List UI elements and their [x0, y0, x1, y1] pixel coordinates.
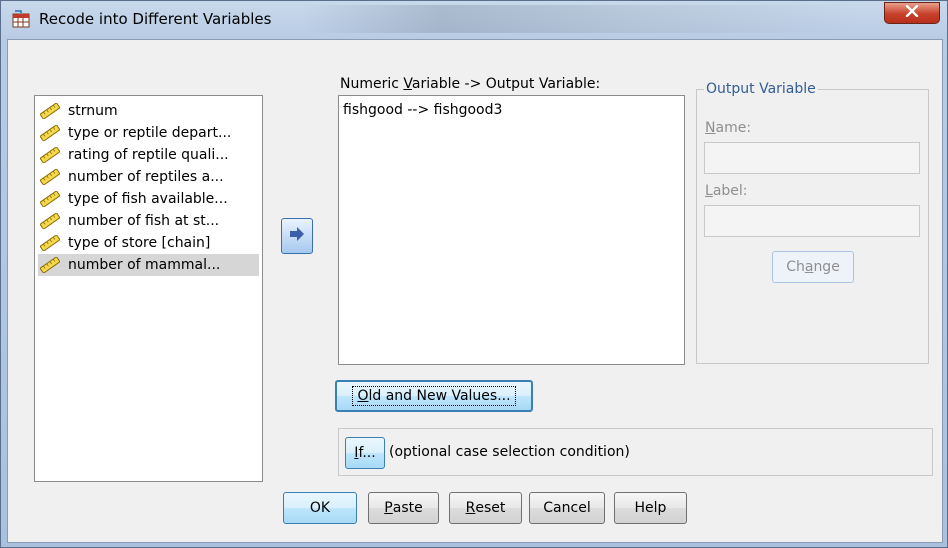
variable-list-item[interactable]: number of fish at st... — [38, 210, 259, 232]
dialog-body: strnum type or reptile depart... rating of… — [7, 39, 943, 543]
scale-ruler-icon — [38, 146, 62, 164]
scale-ruler-icon — [38, 234, 62, 252]
variable-label: type of store [chain] — [68, 235, 211, 251]
scale-ruler-icon — [38, 256, 62, 274]
close-button[interactable] — [884, 2, 940, 24]
if-button[interactable]: If... — [345, 437, 385, 469]
move-variable-button[interactable] — [281, 218, 313, 254]
variable-list-item[interactable]: type of store [chain] — [38, 232, 259, 254]
paste-button[interactable]: Paste — [368, 492, 439, 524]
variable-label: rating of reptile quali... — [68, 147, 229, 163]
variable-label: number of reptiles a... — [68, 169, 224, 185]
variable-list-item[interactable]: number of reptiles a... — [38, 166, 259, 188]
close-x-icon — [905, 4, 919, 21]
scale-ruler-icon — [38, 168, 62, 186]
right-arrow-icon — [289, 227, 305, 245]
label-field[interactable] — [704, 205, 920, 237]
recode-icon — [12, 10, 30, 28]
variable-list-item[interactable]: rating of reptile quali... — [38, 144, 259, 166]
scale-ruler-icon — [38, 102, 62, 120]
variable-label: type of fish available... — [68, 191, 228, 207]
list-item[interactable]: fishgood --> fishgood3 — [343, 102, 502, 118]
variable-label: number of fish at st... — [68, 213, 220, 229]
scale-ruler-icon — [38, 212, 62, 230]
variable-label: number of mammal... — [68, 257, 221, 273]
change-button[interactable]: Ch a nge — [772, 251, 854, 283]
help-button[interactable]: Help — [614, 492, 687, 524]
ok-button[interactable]: OK — [283, 492, 357, 524]
name-label: Name: — [705, 120, 752, 136]
case-selection-description: (optional case selection condition) — [389, 444, 630, 460]
reset-button[interactable]: Reset — [449, 492, 522, 524]
window-title: Recode into Different Variables — [39, 10, 272, 28]
variable-label: type or reptile depart... — [68, 125, 232, 141]
variable-list-item[interactable]: strnum — [38, 100, 259, 122]
cancel-button[interactable]: Cancel — [529, 492, 605, 524]
title-bar-background — [301, 5, 861, 33]
variable-label: strnum — [68, 103, 118, 119]
scale-ruler-icon — [38, 124, 62, 142]
numeric-output-list[interactable]: fishgood --> fishgood3 — [338, 95, 685, 365]
scale-ruler-icon — [38, 190, 62, 208]
output-variable-legend: Output Variable — [704, 81, 818, 97]
variable-list-item[interactable]: type or reptile depart... — [38, 122, 259, 144]
old-and-new-values-button[interactable]: Old and New Values... — [335, 380, 533, 412]
variable-list[interactable]: strnum type or reptile depart... rating of… — [34, 95, 263, 482]
title-bar[interactable]: Recode into Different Variables — [1, 1, 947, 37]
variable-list-item[interactable]: number of mammal... — [38, 254, 259, 276]
dialog-window: Recode into Different Variables strnum ty… — [0, 0, 948, 548]
label-label: Label: — [705, 183, 748, 199]
variable-list-item[interactable]: type of fish available... — [38, 188, 259, 210]
name-field[interactable] — [704, 142, 920, 174]
numeric-variable-label: Numeric Variable -> Output Variable: — [340, 76, 601, 92]
